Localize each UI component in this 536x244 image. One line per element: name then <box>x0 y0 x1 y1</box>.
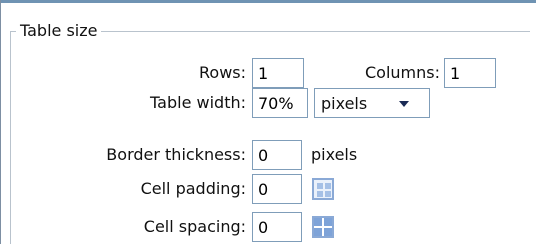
fieldset-border-left <box>10 31 11 244</box>
rows-input[interactable] <box>252 58 304 88</box>
window-left-edge <box>0 0 1 244</box>
dropdown-arrow-icon <box>399 101 409 107</box>
cell-spacing-input[interactable] <box>252 212 302 242</box>
table-width-input[interactable] <box>252 88 308 118</box>
border-thickness-unit: pixels <box>311 145 358 164</box>
table-width-unit-value: pixels <box>321 94 368 113</box>
table-size-legend: Table size <box>16 21 102 41</box>
border-thickness-input[interactable] <box>252 140 302 170</box>
border-thickness-label: Border thickness: <box>106 145 246 164</box>
cell-spacing-label: Cell spacing: <box>143 217 246 236</box>
columns-input[interactable] <box>444 58 496 88</box>
rows-label: Rows: <box>199 63 246 82</box>
columns-label: Columns: <box>365 63 440 82</box>
cell-padding-label: Cell padding: <box>140 179 246 198</box>
cell-padding-icon <box>312 178 334 200</box>
table-width-unit-select[interactable]: pixels <box>314 88 430 118</box>
table-width-label: Table width: <box>150 93 246 112</box>
cell-padding-input[interactable] <box>252 174 302 204</box>
window-top-edge <box>0 0 536 3</box>
cell-spacing-icon <box>312 216 334 238</box>
